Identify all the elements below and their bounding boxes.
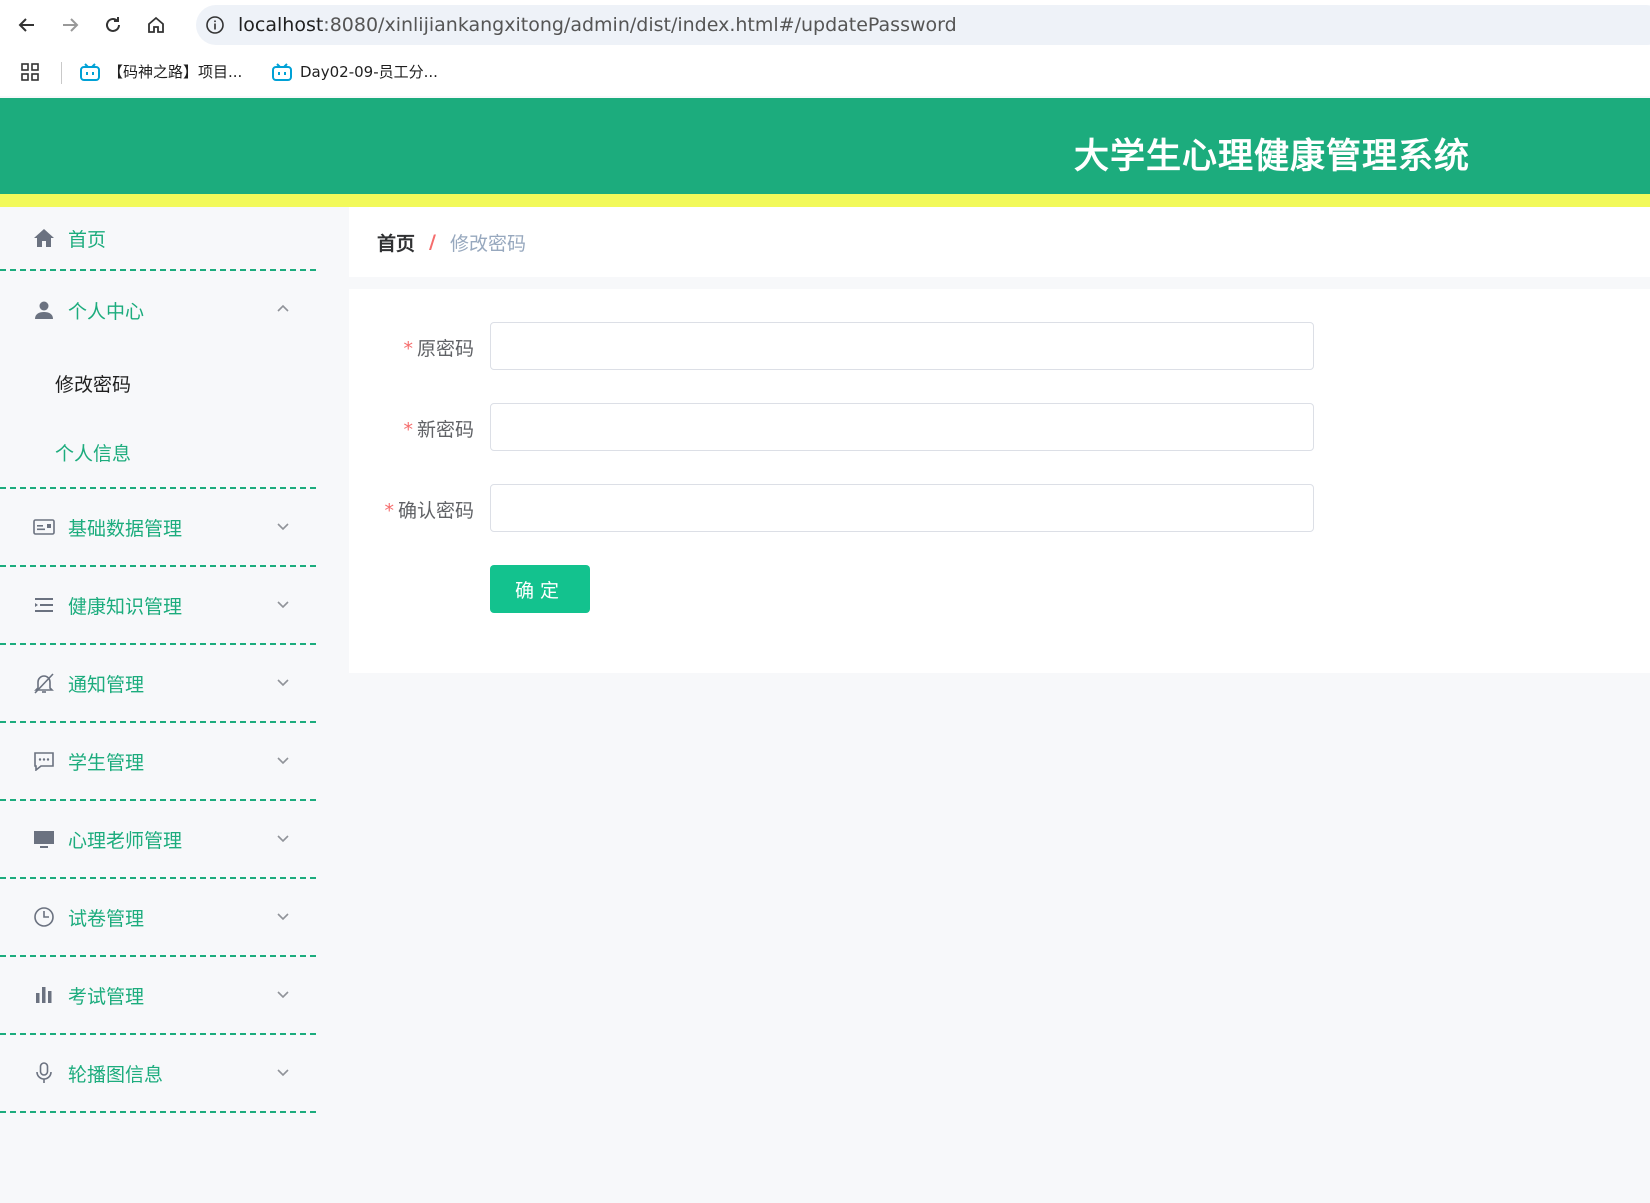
site-info-icon[interactable] [204,14,226,36]
bookmark-2-label: Day02-09-员工分... [300,63,438,81]
field-label-text: 确认密码 [397,500,474,522]
sidebar-item-label: 考试管理 [68,985,145,1008]
sidebar-item-label: 通知管理 [68,673,145,696]
form-row-new-password: * 新密码 [349,403,1349,453]
bilibili-icon [80,62,100,81]
sidebar-item-carousel[interactable]: 轮播图信息 [0,1035,316,1113]
browser-toolbar: localhost:8080/xinlijiankangxitong/admin… [0,0,1650,50]
bookmarks-bar: 【码神之路】项目... Day02-09-员工分... [0,50,1650,96]
sidebar-item-label: 健康知识管理 [68,595,183,618]
breadcrumb-current: 修改密码 [449,232,526,255]
required-mark: * [403,419,413,441]
sidebar-item-health-knowledge[interactable]: 健康知识管理 [0,567,316,645]
sidebar-item-label: 个人中心 [68,300,145,323]
sidebar-item-label: 学生管理 [68,751,145,774]
update-password-form: * 原密码 * 新密码 * 确认密码 确定 [349,289,1650,673]
required-mark: * [403,338,413,360]
chevron-down-icon [277,523,289,531]
bilibili-icon [272,62,292,81]
chevron-down-icon [277,1069,289,1077]
home-icon [32,226,56,250]
url-host: localhost [238,14,324,36]
url-path: :8080/xinlijiankangxitong/admin/dist/ind… [323,14,957,36]
apps-grid-icon[interactable] [20,62,40,86]
bell-off-icon [32,671,56,695]
field-label-text: 原密码 [416,338,474,360]
new-password-input[interactable] [490,403,1314,451]
sidebar-group-personal: 个人中心 修改密码 个人信息 [0,271,316,489]
sidebar-item-notice[interactable]: 通知管理 [0,645,316,723]
app-header: 大学生心理健康管理系统 [0,98,1650,194]
form-row-confirm-password: * 确认密码 [349,484,1349,534]
sidebar-item-exams[interactable]: 考试管理 [0,957,316,1035]
sidebar-item-students[interactable]: 学生管理 [0,723,316,801]
user-icon [32,298,56,322]
sidebar-item-papers[interactable]: 试卷管理 [0,879,316,957]
arrow-right-icon [63,18,79,32]
confirm-button[interactable]: 确定 [490,565,590,613]
chevron-down-icon [277,991,289,999]
old-password-label: * 原密码 [349,334,474,361]
form-row-old-password: * 原密码 [349,322,1349,372]
confirm-password-input[interactable] [490,484,1314,532]
confirm-password-label: * 确认密码 [349,496,474,523]
new-password-label: * 新密码 [349,415,474,442]
bookmark-divider [61,62,62,84]
microphone-icon [32,1061,56,1085]
header-stripe [0,194,1650,207]
chevron-down-icon [277,601,289,609]
message-icon [32,749,56,773]
breadcrumb: 首页 / 修改密码 [349,207,1650,277]
field-label-text: 新密码 [416,419,474,441]
sidebar-item-label: 试卷管理 [68,907,145,930]
bookmark-1[interactable]: 【码神之路】项目... [80,61,242,82]
sidebar-item-personal-center[interactable]: 个人中心 [0,271,316,349]
reload-icon [106,17,120,32]
chevron-down-icon [277,679,289,687]
chevron-down-icon [277,835,289,843]
submenu-item-update-password[interactable]: 修改密码 [0,349,316,418]
chevron-up-icon [277,304,289,312]
bookmark-1-label: 【码神之路】项目... [108,63,243,81]
reload-button[interactable] [98,10,128,40]
list-icon [32,593,56,617]
url-text: localhost:8080/xinlijiankangxitong/admin… [238,14,957,36]
chevron-down-icon [277,913,289,921]
submenu-item-personal-info[interactable]: 个人信息 [0,418,316,487]
home-button[interactable] [141,10,171,40]
monitor-icon [32,827,56,851]
sidebar-item-label: 首页 [68,228,107,251]
bar-chart-icon [32,983,56,1007]
old-password-input[interactable] [490,322,1314,370]
sidebar-item-teachers[interactable]: 心理老师管理 [0,801,316,879]
app-title: 大学生心理健康管理系统 [1073,137,1470,177]
chevron-down-icon [277,757,289,765]
back-button[interactable] [12,10,42,40]
breadcrumb-home[interactable]: 首页 [377,229,415,256]
sidebar-item-label: 基础数据管理 [68,517,183,540]
clock-icon [32,905,56,929]
sidebar-item-basic-data[interactable]: 基础数据管理 [0,489,316,567]
sidebar: 首页 个人中心 修改密码 个人信息 基础数据管理 健康知识管理 通知管理 学生管… [0,207,316,1203]
home-outline-icon [148,16,164,33]
required-mark: * [384,500,394,522]
sidebar-item-home[interactable]: 首页 [0,207,316,271]
breadcrumb-separator: / [429,231,436,253]
arrow-left-icon [18,18,34,32]
bookmark-2[interactable]: Day02-09-员工分... [272,61,438,82]
address-bar[interactable]: localhost:8080/xinlijiankangxitong/admin… [196,5,1650,45]
sidebar-item-label: 心理老师管理 [68,829,183,852]
sidebar-item-label: 轮播图信息 [68,1063,164,1086]
id-card-icon [32,515,56,539]
forward-button[interactable] [55,10,85,40]
